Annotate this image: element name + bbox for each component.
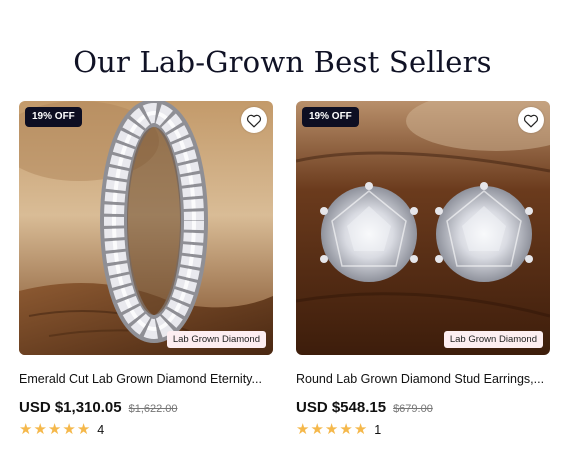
product-card[interactable]: 19% OFF Lab Grown Diamond Emerald Cut La… xyxy=(19,101,273,437)
category-tag: Lab Grown Diamond xyxy=(166,330,266,348)
product-title[interactable]: Emerald Cut Lab Grown Diamond Eternity..… xyxy=(19,372,269,386)
star-rating: ★ ★ ★ ★ ★ xyxy=(19,422,90,437)
star-icon: ★ xyxy=(33,421,47,438)
product-image-container[interactable]: 19% OFF Lab Grown Diamond xyxy=(19,101,273,355)
star-icon: ★ xyxy=(310,421,324,438)
star-icon: ★ xyxy=(324,421,339,438)
product-image-container[interactable]: 19% OFF Lab Grown Diamond xyxy=(296,101,550,355)
product-price: USD $548.15 xyxy=(296,399,387,416)
rating: ★ ★ ★ ★ ★ 1 xyxy=(296,422,550,437)
product-title[interactable]: Round Lab Grown Diamond Stud Earrings,..… xyxy=(296,372,546,386)
category-tag: Lab Grown Diamond xyxy=(443,330,543,348)
heart-icon xyxy=(246,114,262,127)
discount-badge: 19% OFF xyxy=(302,107,359,127)
star-icon: ★ xyxy=(339,421,353,438)
star-icon: ★ xyxy=(47,421,62,438)
star-icon: ★ xyxy=(76,421,91,438)
star-icon: ★ xyxy=(296,421,310,438)
star-rating: ★ ★ ★ ★ ★ xyxy=(296,422,367,437)
review-count: 1 xyxy=(374,422,382,437)
star-icon: ★ xyxy=(19,421,33,438)
heart-icon xyxy=(523,114,539,127)
section-title: Our Lab-Grown Best Sellers xyxy=(73,45,492,80)
rating: ★ ★ ★ ★ ★ 4 xyxy=(19,422,273,437)
review-count: 4 xyxy=(97,422,105,437)
original-price: $1,622.00 xyxy=(128,403,178,415)
discount-badge: 19% OFF xyxy=(25,107,82,127)
star-icon: ★ xyxy=(353,421,368,438)
product-price: USD $1,310.05 xyxy=(19,399,122,416)
product-card[interactable]: 19% OFF Lab Grown Diamond Round Lab Grow… xyxy=(296,101,550,437)
earrings-product-image[interactable] xyxy=(296,101,550,355)
wishlist-button[interactable] xyxy=(241,107,267,133)
original-price: $679.00 xyxy=(393,403,433,415)
ring-product-image[interactable] xyxy=(19,101,273,355)
star-icon: ★ xyxy=(62,421,76,438)
wishlist-button[interactable] xyxy=(518,107,544,133)
